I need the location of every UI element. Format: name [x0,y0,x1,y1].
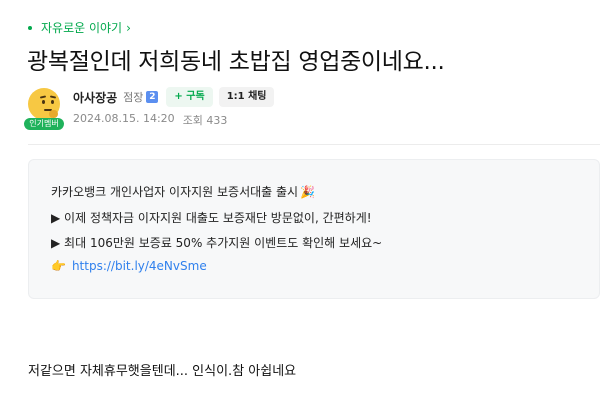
post-title: 광복절인데 저희동네 초밥집 영업중이네요... [27,49,445,75]
divider [28,144,600,145]
post-meta: 2024.08.15. 14:20 조회 433 [73,112,227,128]
chevron-right-icon: › [126,20,131,35]
pointing-hand-icon: 👉 [51,259,66,273]
promo-link[interactable]: https://bit.ly/4eNvSme [72,259,207,273]
bullet-dot [28,25,32,30]
board-link[interactable]: 자유로운 이야기 › [28,19,131,36]
promo-line-1: 카카오뱅크 개인사업자 이자지원 보증서대출 출시 🎉 [51,183,315,200]
promo-box: 카카오뱅크 개인사업자 이자지원 보증서대출 출시 🎉 ▶ 이제 정책자금 이자지… [28,159,600,299]
board-label: 자유로운 이야기 [41,21,123,35]
post-body: 저같으면 자체휴무햇을텐데... 인식이.참 아쉽네요 [28,364,297,379]
promo-line-2: ▶ 이제 정책자금 이자지원 대출도 보증재단 방문없이, 간편하게! [51,211,372,225]
promo-headline: 카카오뱅크 개인사업자 이자지원 보증서대출 출시 [51,185,299,199]
level-badge: 인기멤버 [24,118,64,130]
subscribe-button[interactable]: + 구독 [166,87,213,107]
role-level-icon: 2 [146,91,159,103]
avatar[interactable]: 인기멤버 [24,88,64,130]
post-date: 2024.08.15. 14:20 [73,112,175,125]
party-popper-icon: 🎉 [300,185,316,199]
view-count: 조회 433 [182,114,228,127]
promo-link-line: 👉 https://bit.ly/4eNvSme [51,259,207,273]
chat-button[interactable]: 1:1 채팅 [218,87,275,107]
author-row: 아사장공 점장 2 + 구독 1:1 채팅 [73,87,275,107]
promo-line-3: ▶ 최대 106만원 보증료 50% 추가지원 이벤트도 확인해 보세요~ [51,236,383,250]
author-role: 점장 [123,91,144,104]
author-nickname[interactable]: 아사장공 [73,89,117,106]
avatar-face [28,88,60,120]
